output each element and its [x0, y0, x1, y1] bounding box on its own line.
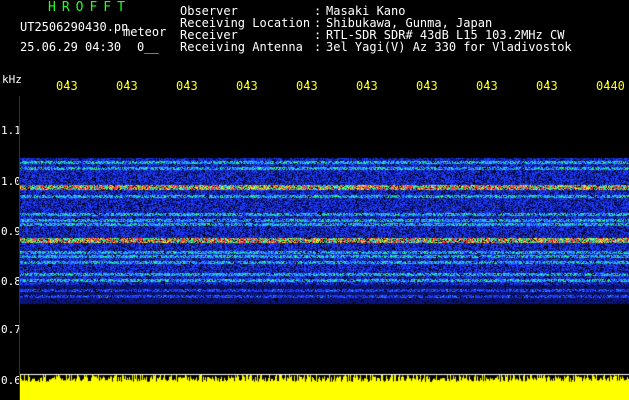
frequency-unit-label: kHz [2, 73, 22, 86]
hrofft-screen: HROFFT UT2506290430.pn meteor 25.06.29 0… [0, 0, 629, 400]
app-title: HROFFT [48, 0, 131, 15]
time-tick [607, 80, 608, 84]
frequency-label: 0.9 [1, 225, 21, 238]
time-tick [127, 80, 128, 84]
antenna-value: 3el Yagi(V) Az 330 for Vladivostok [326, 40, 572, 54]
meteor-counter: 0__ [137, 40, 159, 54]
time-tick [187, 80, 188, 84]
time-tick [367, 80, 368, 84]
time-tick [307, 80, 308, 84]
time-label: 0440 [596, 79, 625, 93]
time-tick [67, 80, 68, 84]
frequency-label: 0.6 [1, 374, 21, 387]
time-tick [427, 80, 428, 84]
datetime-label: 25.06.29 04:30 [20, 40, 122, 54]
time-tick [247, 80, 248, 84]
frequency-label: 1.1 [1, 124, 21, 137]
antenna-label: Receiving Antenna [180, 40, 303, 54]
file-name: UT2506290430.pn [20, 20, 129, 34]
time-tick [547, 80, 548, 84]
frequency-label: 1.0 [1, 175, 21, 188]
antenna-colon: : [314, 40, 322, 54]
frequency-label: 0.8 [1, 275, 21, 288]
frequency-label: 0.7 [1, 323, 21, 336]
time-tick [487, 80, 488, 84]
spectrogram-plot [20, 96, 629, 400]
meteor-label: meteor [123, 25, 167, 39]
